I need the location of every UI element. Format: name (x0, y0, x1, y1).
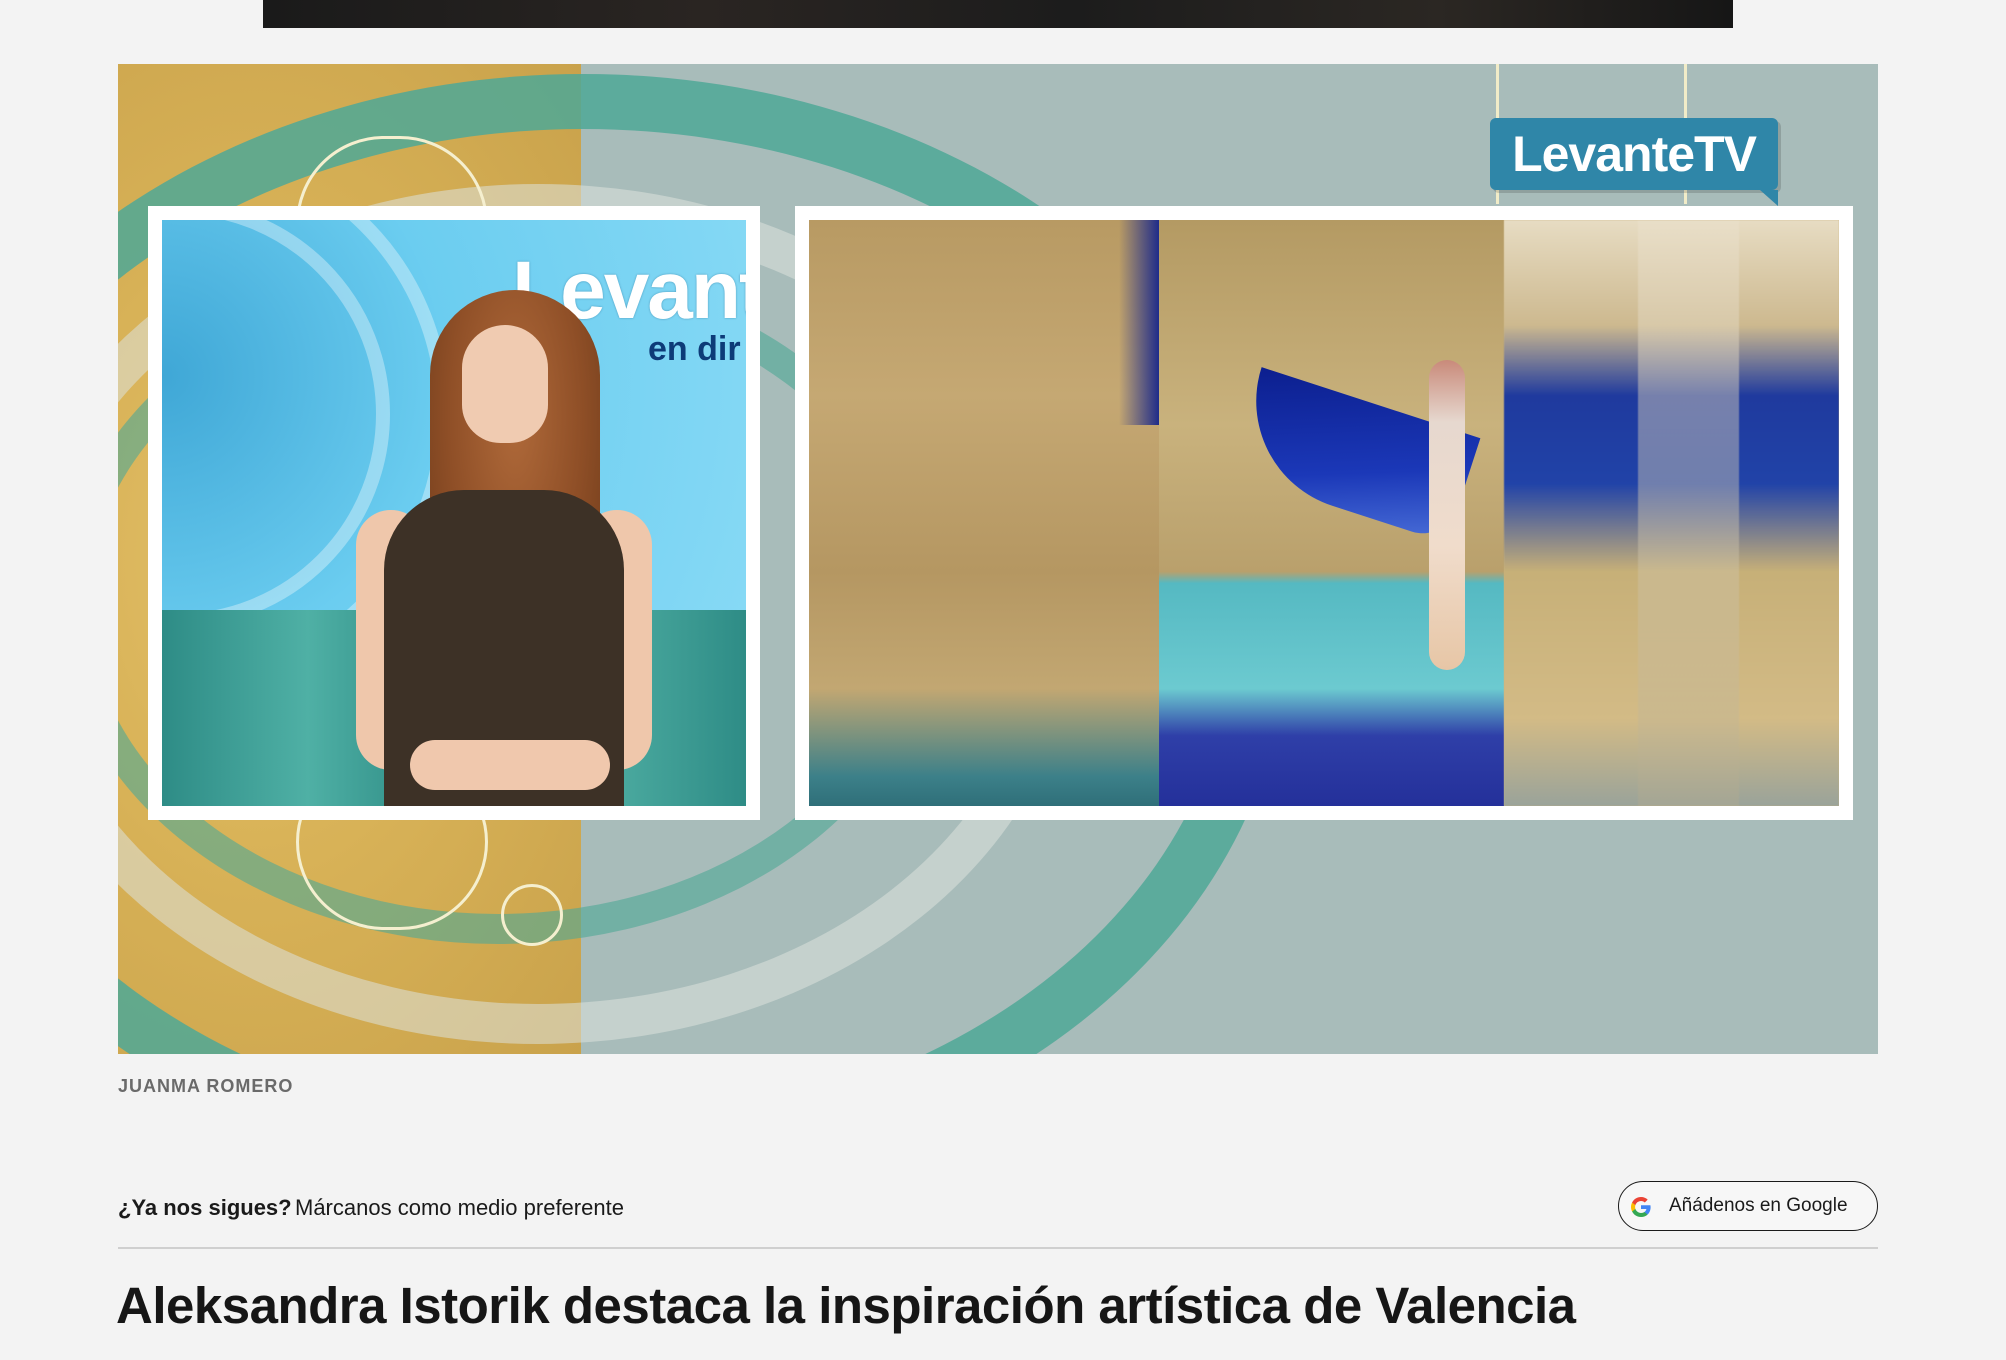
presenter-face (462, 325, 548, 443)
video-frame[interactable]: LevanteTV Levant en dir (118, 64, 1878, 1054)
artwork-panel (795, 206, 1853, 820)
article-headline: Aleksandra Istorik destaca la inspiració… (116, 1277, 1576, 1334)
google-icon (1631, 1197, 1651, 1217)
add-google-preferred-button[interactable]: Añádenos en Google (1618, 1181, 1878, 1231)
artwork-figure (1429, 360, 1466, 670)
studio-backdrop-subtext: en dir (648, 330, 741, 368)
follow-question: ¿Ya nos sigues? (118, 1195, 292, 1220)
artwork-shot (809, 220, 1839, 806)
follow-text: Márcanos como medio preferente (295, 1195, 624, 1220)
studio-shot: Levant en dir (162, 220, 746, 806)
top-ad-strip[interactable] (263, 0, 1733, 28)
artwork-blur-right (1504, 220, 1839, 806)
levantetv-logo: LevanteTV (1490, 118, 1778, 206)
photo-credit: JUANMA ROMERO (118, 1076, 294, 1096)
follow-bar: ¿Ya nos sigues? Márcanos como medio pref… (118, 1181, 1878, 1249)
artwork-center (1159, 220, 1505, 806)
artwork-blur-left (809, 220, 1160, 806)
article-page: LevanteTV Levant en dir JUANMA ROMERO ¿Y… (0, 0, 2006, 1360)
presenter-panel: Levant en dir (148, 206, 760, 820)
add-google-label: Añádenos en Google (1669, 1195, 1848, 1216)
presenter-hands (410, 740, 610, 790)
ring-decoration (501, 884, 563, 946)
